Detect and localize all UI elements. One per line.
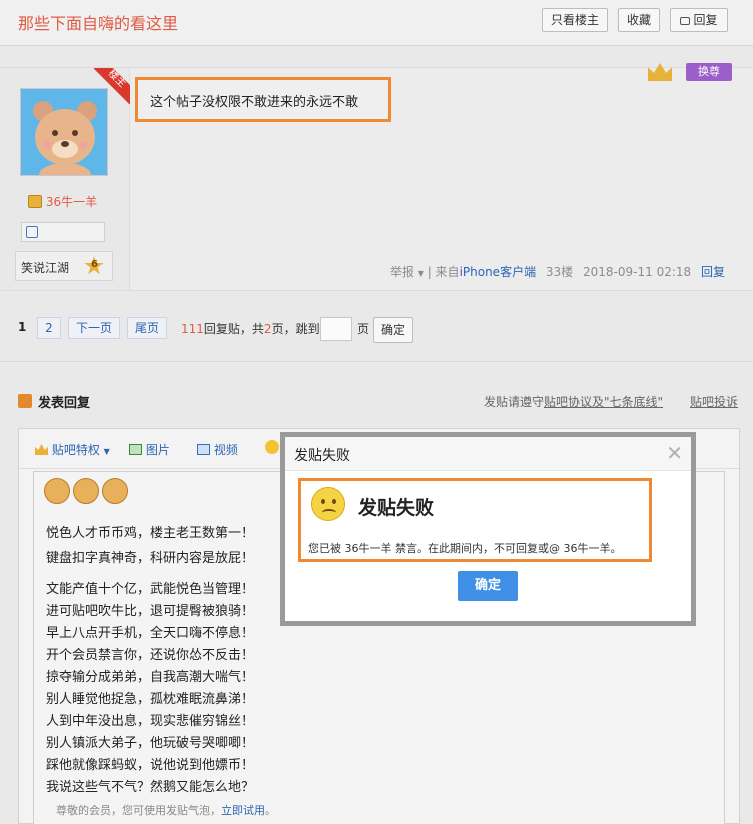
- editor-line: 键盘扣字真神奇，科研内容是放屁！: [46, 551, 255, 566]
- author-name[interactable]: 36牛一羊: [46, 195, 97, 209]
- editor-line: 别人睡觉他捉急，孤枕难眠流鼻涕！: [46, 692, 255, 707]
- bubble-promo-text: 尊敬的会员，您可使用发贴气泡，: [56, 804, 221, 817]
- bubble-promo: 尊敬的会员，您可使用发贴气泡，立即试用。: [56, 802, 276, 818]
- member-badge[interactable]: 换尊: [630, 63, 734, 85]
- crown-icon: [28, 195, 42, 208]
- image-icon: [129, 444, 142, 455]
- video-tool-label: 视频: [213, 443, 238, 457]
- editor-line: 别人镇派大弟子，他玩破号哭唧唧！: [46, 736, 255, 751]
- close-icon[interactable]: ✕: [666, 441, 683, 465]
- editor-line: 文能产值十个亿，武能悦色当管理！: [46, 582, 255, 597]
- post-meta: 举报 ▼ | 来自iPhone客户端 33楼 2018-09-11 02:18 …: [389, 265, 725, 279]
- floor-reply-link[interactable]: 回复: [701, 265, 725, 279]
- reply-count: 111: [181, 322, 204, 336]
- crown-icon: [35, 444, 48, 455]
- rules-prefix: 发贴请遵守: [484, 395, 545, 409]
- chevron-down-icon: ▼: [103, 447, 110, 456]
- sad-face-icon: [311, 487, 345, 521]
- reply-section-title: 发表回复: [38, 396, 91, 411]
- bubble-promo-end: 。: [265, 804, 276, 817]
- rules-notice: 发贴请遵守贴吧协议及"七条底线": [484, 393, 663, 410]
- privilege-label: 贴吧特权: [51, 443, 100, 457]
- editor-line: 悦色人才币币鸡，楼主老王数第一！: [46, 526, 255, 541]
- divider: [0, 361, 753, 362]
- author-badge-slot: [21, 222, 105, 242]
- rules-link[interactable]: 贴吧协议及"七条底线": [544, 395, 663, 409]
- level-title: 笑说江湖: [21, 261, 70, 275]
- jump-confirm-button[interactable]: 确定: [373, 317, 413, 343]
- grin-emoji-icon: [102, 478, 128, 504]
- reply-summary: 111回复贴，共2页，跳到: [181, 320, 320, 337]
- pencil-icon: [18, 394, 32, 408]
- page-current: 1: [18, 320, 27, 334]
- author-line: 36牛一羊: [28, 193, 97, 210]
- from-prefix: 来自: [435, 265, 460, 279]
- emoji-row: [44, 478, 128, 507]
- client-link[interactable]: iPhone客户端: [460, 265, 537, 279]
- editor-line: 开个会员禁言你，还说你怂不反击！: [46, 648, 255, 663]
- op-ribbon: 楼主: [94, 68, 130, 104]
- level-box[interactable]: 笑说江湖 6: [15, 251, 113, 281]
- editor-line: 掠夺输分成弟弟，自我高潮大喘气！: [46, 670, 255, 685]
- dialog-heading: 发贴失败: [358, 497, 435, 519]
- post-content: 这个帖子没权限不敢进来的永远不敢: [150, 95, 359, 110]
- only-op-button[interactable]: 只看楼主: [542, 8, 608, 32]
- last-page-link[interactable]: 尾页: [127, 317, 167, 339]
- page-unit: 页: [357, 322, 370, 336]
- video-icon: [197, 444, 210, 455]
- image-tool-label: 图片: [145, 443, 170, 457]
- reply-button[interactable]: 回复: [670, 8, 728, 32]
- jump-page-input[interactable]: [320, 317, 352, 341]
- grin-emoji-icon: [44, 478, 70, 504]
- bag-icon: [26, 226, 38, 238]
- favorite-button[interactable]: 收藏: [618, 8, 660, 32]
- level-number: 6: [91, 259, 98, 270]
- editor-line: 我说这些气不气？然鹅又能怎么地？: [46, 780, 255, 795]
- floor-number: 33楼: [545, 265, 574, 279]
- editor-line: 踩他就像踩蚂蚁，说他说到他嫖币！: [46, 758, 255, 773]
- jump-label: 页，跳到: [271, 322, 320, 336]
- editor-line: 人到中年没出息，现实悲催穷锦丝！: [46, 714, 255, 729]
- dialog-header: 发贴失败 ✕: [285, 437, 691, 471]
- comment-icon: [680, 17, 691, 25]
- post-failed-dialog: 发贴失败 ✕ 发贴失败 您已被 36牛一羊 禁言。在此期间内，不可回复或@ 36…: [285, 437, 691, 621]
- dialog-message-box: 发贴失败 您已被 36牛一羊 禁言。在此期间内，不可回复或@ 36牛一羊。: [298, 478, 652, 562]
- dialog-title: 发贴失败: [294, 448, 350, 464]
- post-content-box: 这个帖子没权限不敢进来的永远不敢: [135, 77, 391, 122]
- complaint-link[interactable]: 贴吧投诉: [690, 393, 738, 410]
- page-2-link[interactable]: 2: [37, 317, 61, 339]
- thread-header: 那些下面自嗨的看这里 只看楼主 收藏 回复: [0, 0, 753, 46]
- editor-line: 早上八点开手机，全天口嗨不停息！: [46, 626, 255, 641]
- privilege-menu[interactable]: 贴吧特权 ▼: [35, 441, 110, 458]
- next-page-link[interactable]: 下一页: [68, 317, 120, 339]
- editor-line: 进可贴吧吹牛比，退可提臀被狼骑！: [46, 604, 255, 619]
- emoji-icon[interactable]: [265, 440, 279, 454]
- total-pages: 2: [263, 322, 272, 336]
- confirm-button[interactable]: 确定: [458, 571, 518, 601]
- reply-section-header: 发表回复 发贴请遵守贴吧协议及"七条底线" 贴吧投诉: [18, 391, 740, 411]
- reply-label: 回复贴，共: [203, 322, 264, 336]
- report-link[interactable]: 举报: [390, 265, 414, 279]
- chevron-down-icon: ▼: [417, 269, 424, 278]
- post-floor: 36牛一羊 笑说江湖 6 楼主 这个帖子没权限不敢进来的永远不敢 换尊 举报 ▼…: [0, 63, 753, 291]
- reply-button-label: 回复: [693, 13, 718, 27]
- try-now-link[interactable]: 立即试用: [221, 804, 265, 817]
- post-time: 2018-09-11 02:18: [583, 265, 692, 279]
- pagination: 1 2 下一页 尾页 111回复贴，共2页，跳到 页 确定: [0, 315, 753, 345]
- member-crown-icon: [648, 63, 672, 81]
- image-tool[interactable]: 图片: [129, 441, 170, 458]
- dialog-message: 您已被 36牛一羊 禁言。在此期间内，不可回复或@ 36牛一羊。: [308, 542, 622, 555]
- video-tool[interactable]: 视频: [197, 441, 238, 458]
- badge-label: 换尊: [686, 63, 732, 81]
- grin-emoji-icon: [73, 478, 99, 504]
- thread-title: 那些下面自嗨的看这里: [18, 14, 179, 33]
